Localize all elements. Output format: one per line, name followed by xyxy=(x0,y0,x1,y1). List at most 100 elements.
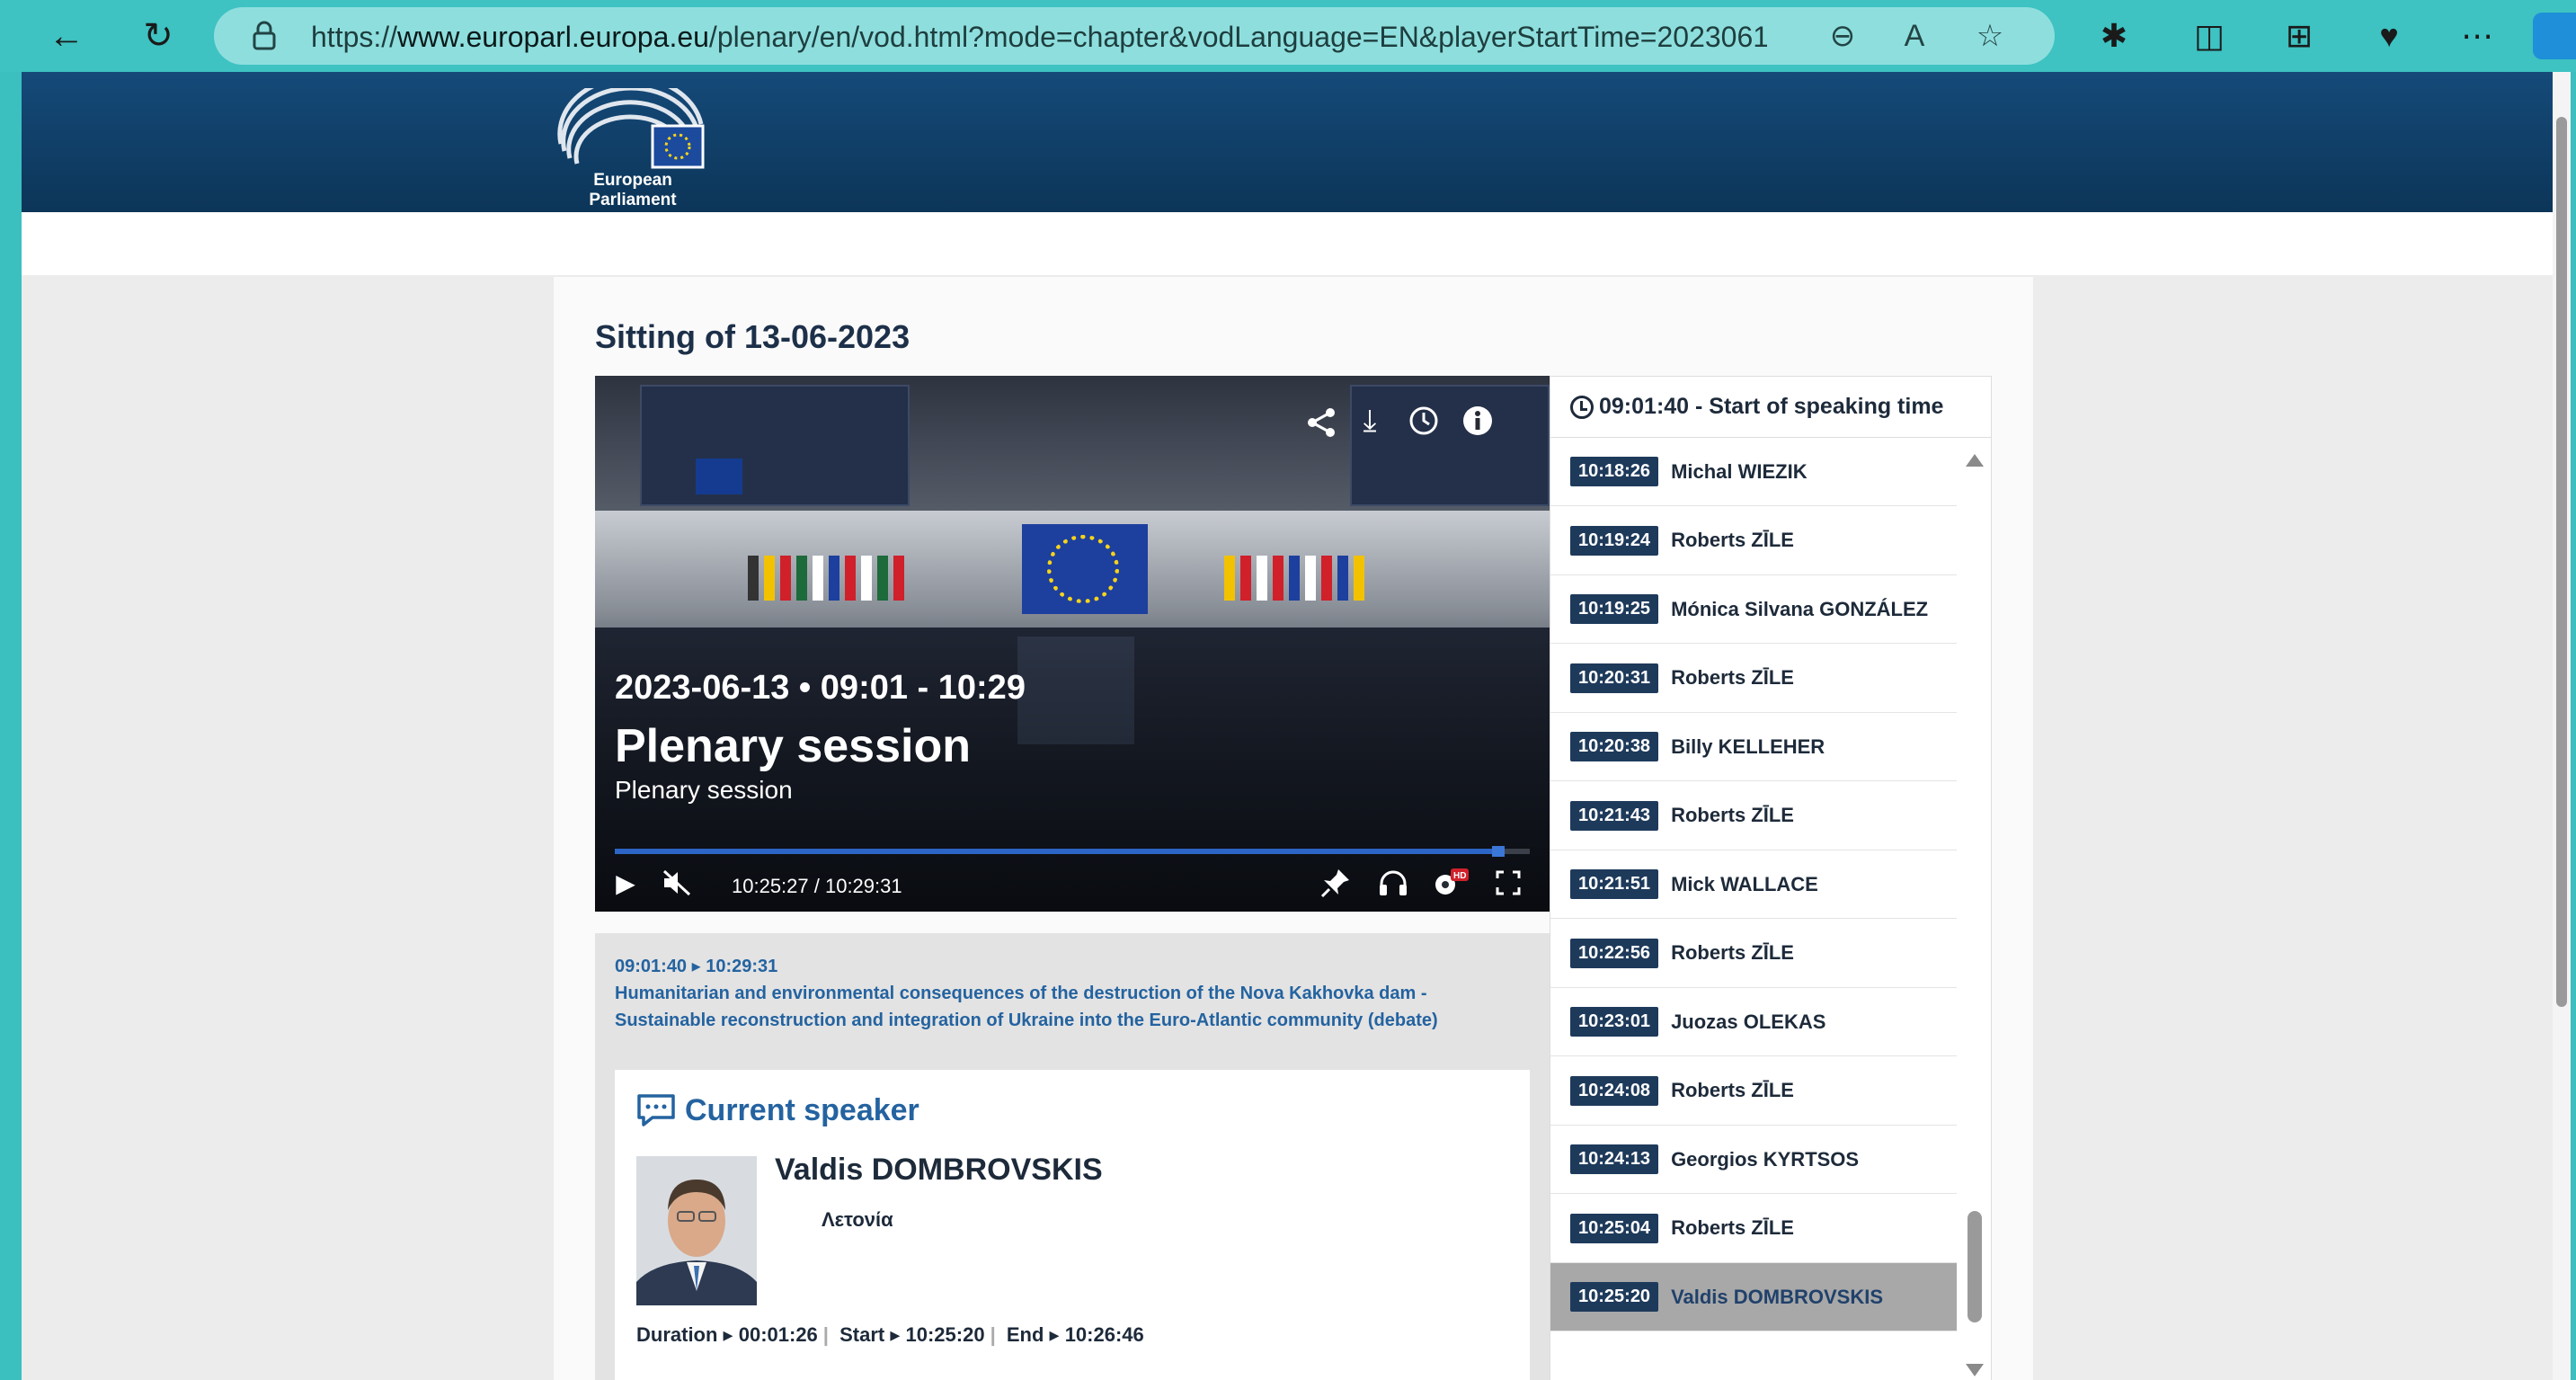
chapter-row[interactable]: 10:19:24 Roberts ZĪLE xyxy=(1550,507,1957,575)
chapter-timestamp: 10:20:38 xyxy=(1570,732,1659,761)
chapter-timestamp: 10:25:04 xyxy=(1570,1213,1659,1243)
chapter-timestamp: 10:24:08 xyxy=(1570,1075,1659,1106)
chapter-timestamp: 10:25:20 xyxy=(1570,1282,1659,1312)
scroll-up-icon[interactable] xyxy=(1966,454,1984,467)
chapter-speaker-name: Michal WIEZIK xyxy=(1671,459,1808,483)
history-clock-icon[interactable] xyxy=(1402,399,1445,442)
address-bar[interactable]: https://www.europarl.europa.eu/plenary/e… xyxy=(214,7,2055,65)
european-parliament-logo[interactable]: European Parliament xyxy=(552,75,714,209)
url-text[interactable]: https://www.europarl.europa.eu/plenary/e… xyxy=(311,21,1767,54)
progress-handle[interactable] xyxy=(1492,846,1505,857)
main-content: Sitting of 13-06-2023 ⤓ 2023-06-13 • 09:… xyxy=(554,277,2033,1380)
chapter-speaker-name: Mick WALLACE xyxy=(1671,872,1818,895)
page-title: Sitting of 13-06-2023 xyxy=(595,318,910,355)
read-aloud-icon[interactable]: A xyxy=(1895,16,1934,56)
chapter-list-body: 10:18:26 Michal WIEZIK 10:19:24 Roberts ZĪL… xyxy=(1550,438,1957,1380)
mute-icon[interactable] xyxy=(656,861,699,904)
fullscreen-icon[interactable] xyxy=(1487,861,1530,904)
collections-icon[interactable]: ⊞ xyxy=(2276,13,2323,59)
chapter-timestamp: 10:19:24 xyxy=(1570,525,1659,556)
current-speaker-card: Current speaker Valdis DOMBROVSKIS Λετον xyxy=(615,1070,1530,1380)
chapter-speaker-name: Roberts ZĪLE xyxy=(1671,804,1794,826)
extensions-icon[interactable]: ✱ xyxy=(2091,13,2137,59)
site-header: European Parliament xyxy=(22,72,2571,212)
zoom-out-icon[interactable]: ⊖ xyxy=(1823,16,1862,56)
chapter-list-header-label: 09:01:40 - Start of speaking time xyxy=(1599,394,1944,419)
video-player[interactable]: ⤓ 2023-06-13 • 09:01 - 10:29 Plenary ses… xyxy=(595,376,1550,912)
chapter-speaker-name: Roberts ZĪLE xyxy=(1671,1216,1794,1239)
favorite-star-icon[interactable]: ☆ xyxy=(1970,16,2010,56)
play-icon[interactable]: ▶ xyxy=(604,861,647,904)
share-icon[interactable] xyxy=(1300,401,1343,444)
end-value: 10:26:46 xyxy=(1064,1323,1144,1346)
chapter-speaker-name: Georgios KYRTSOS xyxy=(1671,1147,1860,1171)
video-progress-bar[interactable] xyxy=(615,846,1530,857)
end-label: End ▸ xyxy=(1006,1323,1060,1346)
hd-settings-icon[interactable]: HD xyxy=(1429,861,1472,904)
download-icon[interactable]: ⤓ xyxy=(1348,399,1391,442)
web-page: European Parliament Sitting of 13-06-202… xyxy=(22,72,2571,1380)
duration-label: Duration ▸ xyxy=(636,1323,733,1346)
chapter-speaker-name: Roberts ZĪLE xyxy=(1671,941,1794,964)
chapter-row[interactable]: 10:20:31 Roberts ZĪLE xyxy=(1550,645,1957,713)
back-arrow-icon[interactable]: ← xyxy=(41,11,92,61)
scroll-down-icon[interactable] xyxy=(1966,1364,1984,1376)
chapter-list: 09:01:40 - Start of speaking time 10:18:… xyxy=(1550,376,1992,1380)
chapter-speaker-name: Juozas OLEKAS xyxy=(1671,1010,1826,1033)
chapter-row[interactable]: 10:24:13 Georgios KYRTSOS xyxy=(1550,1126,1957,1194)
chapter-row[interactable]: 10:25:20 Valdis DOMBROVSKIS xyxy=(1550,1263,1957,1331)
chapter-list-scrollbar[interactable] xyxy=(1957,438,1991,1380)
lock-icon[interactable] xyxy=(248,20,280,52)
chapter-timestamp: 10:19:25 xyxy=(1570,594,1659,624)
pin-icon[interactable] xyxy=(1314,861,1357,904)
chapter-row[interactable]: 10:18:26 Michal WIEZIK xyxy=(1550,438,1957,506)
browser-essentials-icon[interactable]: ♥ xyxy=(2366,13,2412,59)
chapter-row[interactable]: 10:19:25 Mónica Silvana GONZÁLEZ xyxy=(1550,575,1957,644)
video-time-display: 10:25:27 / 10:29:31 xyxy=(732,875,902,897)
chapter-row[interactable]: 10:21:51 Mick WALLACE xyxy=(1550,850,1957,919)
headphones-icon[interactable] xyxy=(1372,861,1415,904)
speaker-portrait xyxy=(636,1156,757,1305)
speech-bubble-icon xyxy=(637,1094,675,1126)
chapter-speaker-name: Roberts ZĪLE xyxy=(1671,529,1794,551)
refresh-icon[interactable]: ↻ xyxy=(133,11,183,61)
chapter-timestamp: 10:21:43 xyxy=(1570,800,1659,831)
chapter-row[interactable]: 10:24:08 Roberts ZĪLE xyxy=(1550,1057,1957,1126)
more-menu-icon[interactable]: ⋯ xyxy=(2454,13,2500,59)
page-scrollbar[interactable] xyxy=(2553,72,2571,1380)
logo-text: European Parliament xyxy=(589,171,677,209)
chapter-speaker-name: Roberts ZĪLE xyxy=(1671,666,1794,689)
chapter-timestamp: 10:21:51 xyxy=(1570,869,1659,899)
svg-text:HD: HD xyxy=(1453,871,1466,881)
chapter-row[interactable]: 10:22:56 Roberts ZĪLE xyxy=(1550,920,1957,988)
parliament-emblem-icon xyxy=(557,75,705,169)
debate-title[interactable]: Humanitarian and environmental consequen… xyxy=(615,980,1523,1034)
chapter-speaker-name: Mónica Silvana GONZÁLEZ xyxy=(1671,597,1929,620)
chapter-speaker-name: Valdis DOMBROVSKIS xyxy=(1671,1285,1884,1308)
clock-icon xyxy=(1570,395,1594,419)
chapter-row[interactable]: 10:20:38 Billy KELLEHER xyxy=(1550,713,1957,781)
speaker-country: Λετονία xyxy=(822,1208,893,1231)
chapter-timestamp: 10:23:01 xyxy=(1570,1007,1659,1037)
chapter-list-header[interactable]: 09:01:40 - Start of speaking time xyxy=(1550,377,1991,438)
chapter-timestamp: 10:20:31 xyxy=(1570,663,1659,693)
scroll-thumb[interactable] xyxy=(1968,1211,1982,1322)
split-screen-icon[interactable]: ◫ xyxy=(2186,13,2233,59)
duration-value: 00:01:26 xyxy=(738,1323,818,1346)
video-title: Plenary session xyxy=(615,720,971,772)
speaker-name[interactable]: Valdis DOMBROVSKIS xyxy=(775,1153,1103,1188)
start-label: Start ▸ xyxy=(839,1323,901,1346)
chapter-row[interactable]: 10:23:01 Juozas OLEKAS xyxy=(1550,988,1957,1056)
video-screen-left xyxy=(640,385,910,506)
chapter-row[interactable]: 10:25:04 Roberts ZĪLE xyxy=(1550,1195,1957,1263)
chapter-timestamp: 10:22:56 xyxy=(1570,938,1659,968)
info-icon[interactable] xyxy=(1456,399,1499,442)
page-scroll-thumb[interactable] xyxy=(2556,117,2567,1007)
chapter-row[interactable]: 10:21:43 Roberts ZĪLE xyxy=(1550,782,1957,850)
current-speaker-heading: Current speaker xyxy=(685,1093,919,1127)
copilot-icon[interactable] xyxy=(2533,13,2576,59)
chapter-timestamp: 10:18:26 xyxy=(1570,457,1659,486)
nav-strip xyxy=(22,212,2571,275)
debate-panel: 09:01:40 ▸ 10:29:31 Humanitarian and env… xyxy=(595,933,1550,1380)
start-value: 10:25:20 xyxy=(905,1323,985,1346)
